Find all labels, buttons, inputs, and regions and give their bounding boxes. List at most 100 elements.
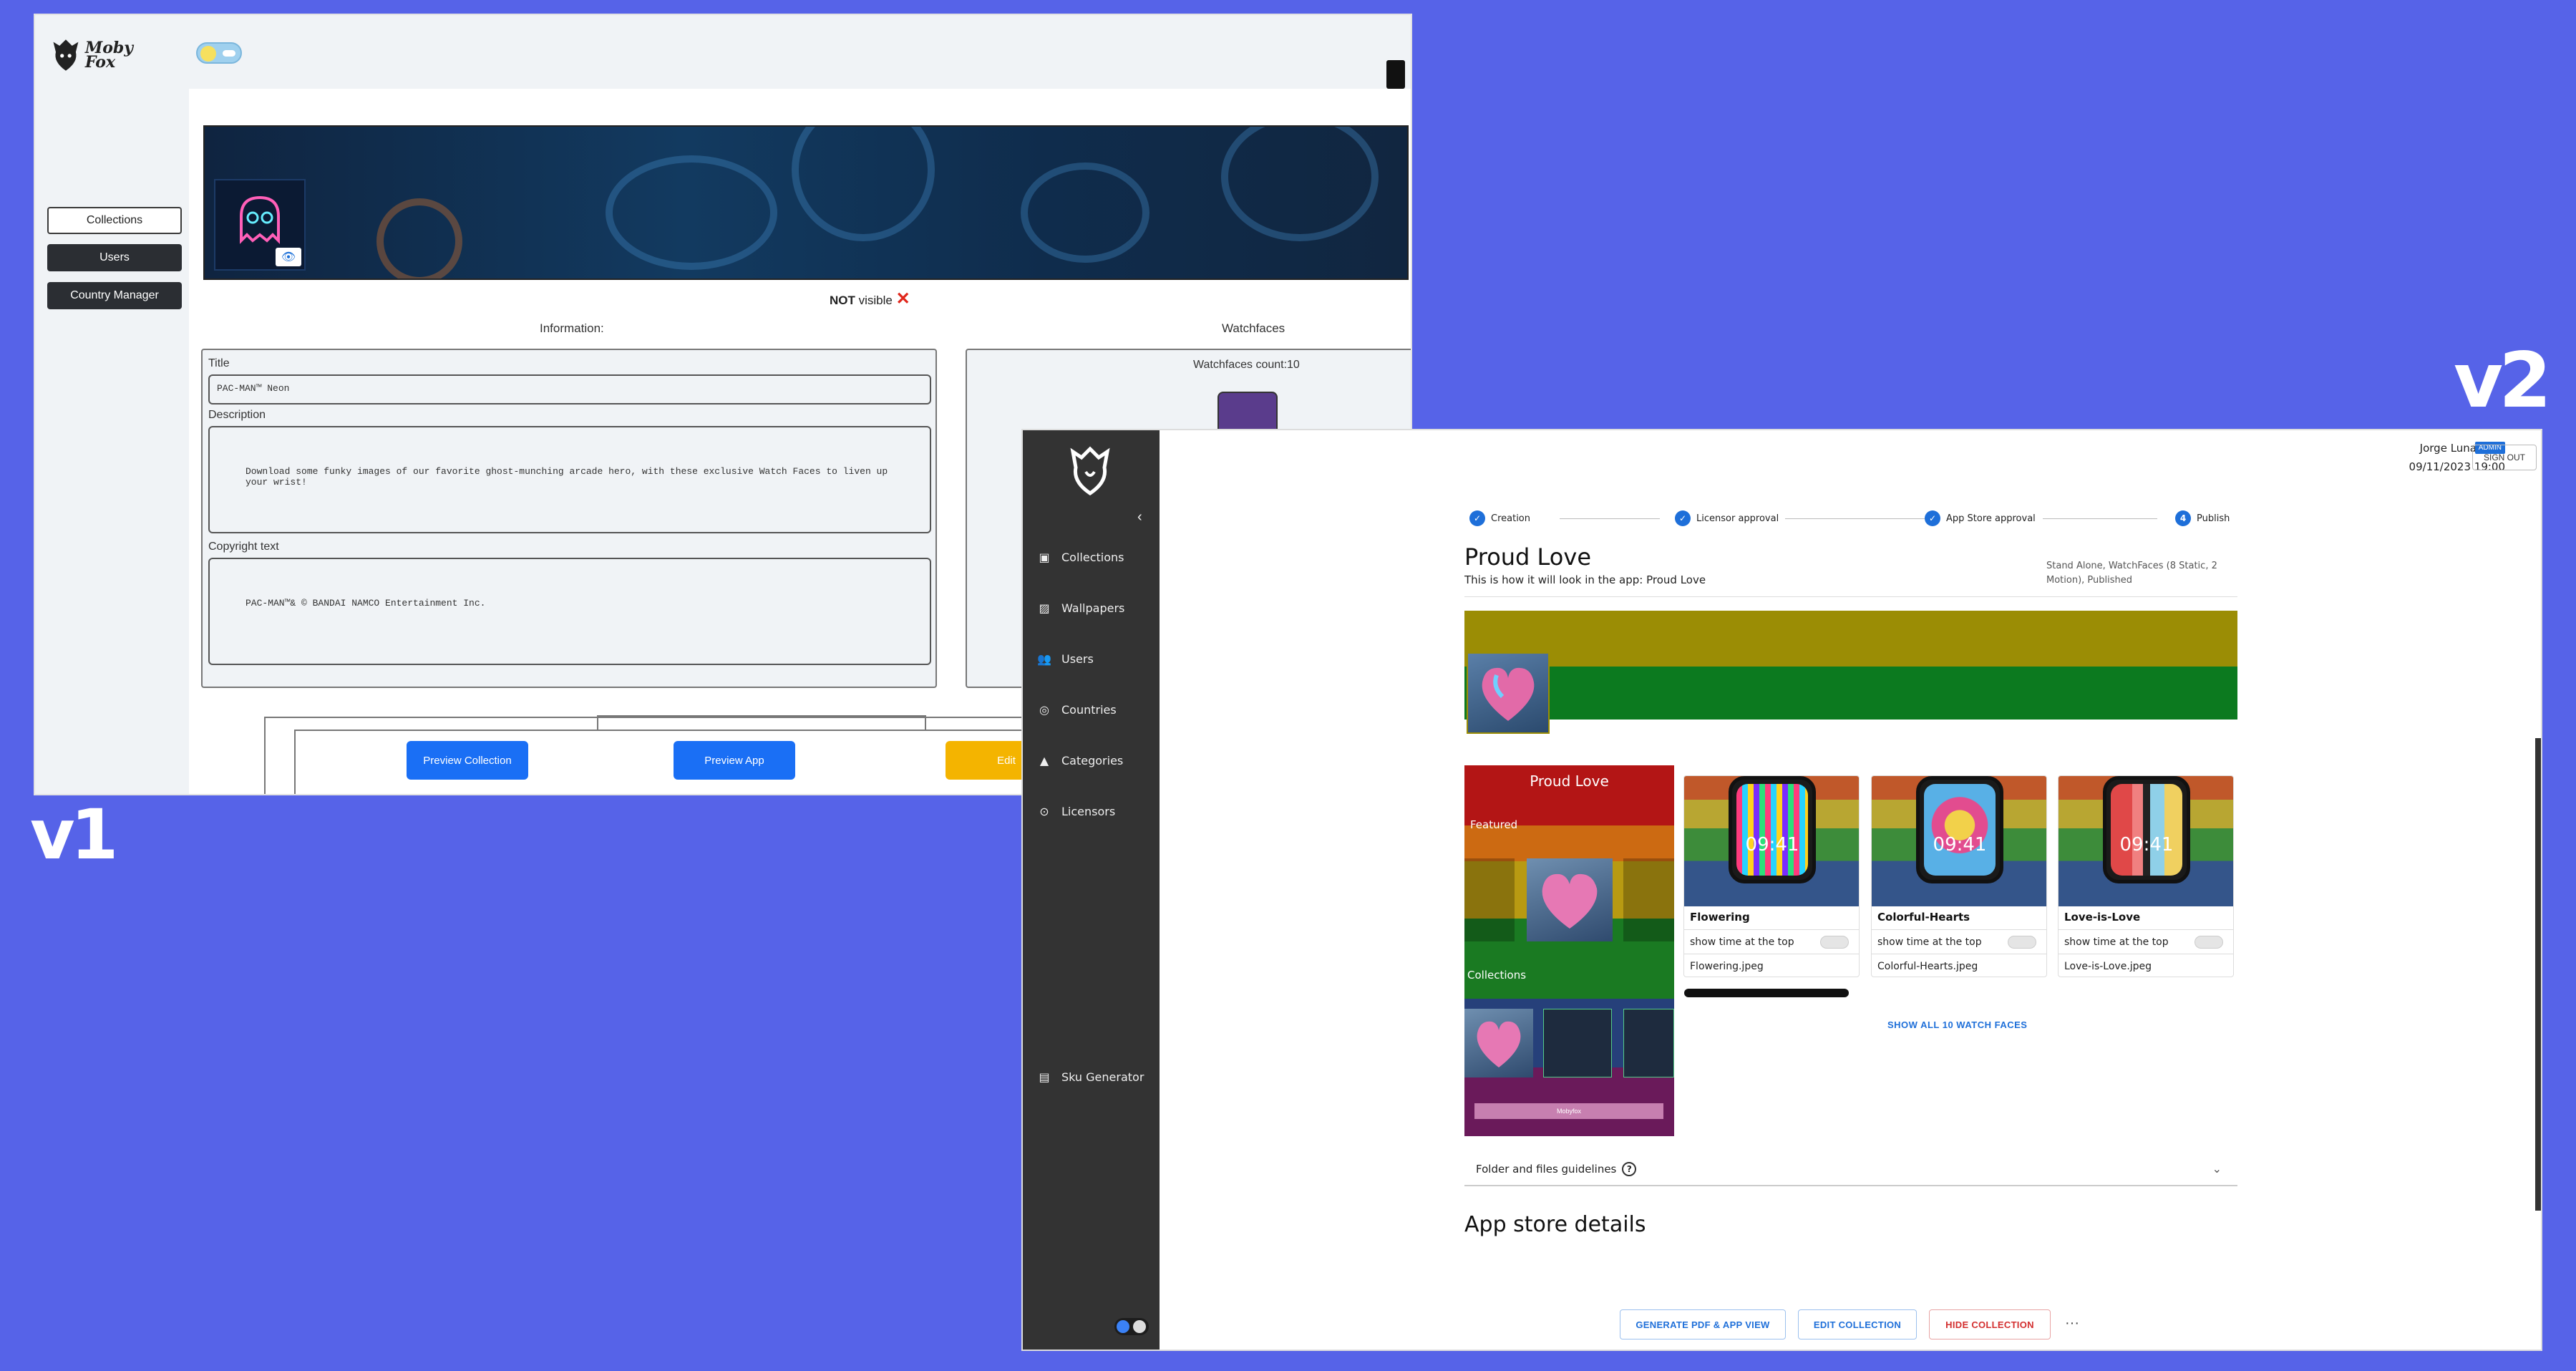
show-time-toggle[interactable] xyxy=(2195,936,2223,949)
watchface-card-colorful-hearts[interactable]: 09:41 Colorful-Hearts show time at the t… xyxy=(1871,775,2047,977)
folder-guidelines-label: Folder and files guidelines xyxy=(1476,1163,1617,1176)
sku-icon: ▤ xyxy=(1039,1070,1050,1084)
v2-nav-users[interactable]: 👥 Users xyxy=(1023,641,1160,677)
v1-collection-banner xyxy=(203,125,1409,280)
nav-label: Countries xyxy=(1061,702,1117,717)
v1-nav-collections[interactable]: Collections xyxy=(47,207,182,234)
folder-guidelines-accordion[interactable]: Folder and files guidelines ? ⌄ xyxy=(1464,1153,2237,1186)
v1-nav-users[interactable]: Users xyxy=(47,244,182,271)
watchface-file: Colorful-Hearts.jpeg xyxy=(1872,954,2046,977)
nav-label: Categories xyxy=(1061,753,1124,767)
v1-visibility-status: NOT visible ✕ xyxy=(830,289,910,309)
cross-icon: ✕ xyxy=(895,289,910,309)
v2-sidebar: ‹ ▣ Collections ▨ Wallpapers 👥 Users ◎ Count… xyxy=(1023,430,1160,1350)
edit-collection-button[interactable]: EDIT COLLECTION xyxy=(1798,1309,1917,1339)
preview-app-button[interactable]: Preview App xyxy=(674,741,795,780)
step-connector xyxy=(1560,518,1660,519)
app-preview-collections: Collections xyxy=(1467,969,1527,982)
horizontal-scrollbar[interactable] xyxy=(1684,989,1849,997)
v1-nav-country-manager[interactable]: Country Manager xyxy=(47,282,182,309)
description-field[interactable]: Download some funky images of our favori… xyxy=(208,426,931,533)
collapse-chevron-icon[interactable]: ‹ xyxy=(1137,509,1142,525)
eye-icon[interactable]: 👁 xyxy=(276,248,301,266)
title-field[interactable]: PAC-MAN™ Neon xyxy=(208,374,931,404)
toggle-label: show time at the top xyxy=(1690,936,1794,948)
v1-sidebar xyxy=(35,89,189,794)
banner-bottom-band xyxy=(1464,667,2237,720)
v1-theme-toggle[interactable] xyxy=(196,42,242,64)
watchface-card-love-is-love[interactable]: 09:41 Love-is-Love show time at the top … xyxy=(2058,775,2234,977)
v2-label: v2 xyxy=(2454,336,2552,425)
v2-nav-sku-generator[interactable]: ▤ Sku Generator xyxy=(1023,1059,1160,1095)
v1-watchfaces-heading: Watchfaces xyxy=(1222,321,1285,335)
watch-time: 09:41 xyxy=(2119,834,2174,856)
watch-screen: 09:41 xyxy=(1736,784,1808,876)
v2-nav-licensors[interactable]: ⊙ Licensors xyxy=(1023,793,1160,829)
step-app-store-approval: ✓ App Store approval xyxy=(1925,510,2036,526)
featured-thumb-center xyxy=(1527,858,1613,941)
chevron-down-icon[interactable]: ⌄ xyxy=(2212,1162,2222,1176)
step-label: App Store approval xyxy=(1946,513,2036,524)
watchface-file: Flowering.jpeg xyxy=(1684,954,1859,977)
sign-out-button[interactable]: SIGN OUT xyxy=(2472,445,2537,470)
generate-pdf-button[interactable]: GENERATE PDF & APP VIEW xyxy=(1620,1309,1786,1339)
watchface-thumbnail[interactable] xyxy=(1217,392,1278,435)
show-time-toggle[interactable] xyxy=(2008,936,2036,949)
divider xyxy=(1464,596,2237,597)
page-title: Proud Love xyxy=(1464,543,1591,571)
check-icon: ✓ xyxy=(1675,510,1691,526)
v1-information-panel: Title PAC-MAN™ Neon Description Download… xyxy=(201,349,937,688)
show-all-watchfaces-link[interactable]: SHOW ALL 10 WATCH FACES xyxy=(1887,1019,2027,1030)
heart-image xyxy=(1482,667,1535,721)
categories-icon: ▲ xyxy=(1039,753,1049,767)
fox-logo-icon xyxy=(53,39,79,71)
nav-label: Wallpapers xyxy=(1061,601,1125,615)
v2-nav-wallpapers[interactable]: ▨ Wallpapers xyxy=(1023,590,1160,626)
v2-nav-categories[interactable]: ▲ Categories xyxy=(1023,742,1160,778)
watch-preview: 09:41 xyxy=(2103,776,2190,883)
theme-toggle[interactable] xyxy=(1114,1318,1149,1335)
collections-icon: ▣ xyxy=(1039,550,1050,564)
show-time-row: show time at the top xyxy=(1684,929,1859,954)
watchface-card-flowering[interactable]: 09:41 Flowering show time at the top Flo… xyxy=(1683,775,1860,977)
step-publish: 4 Publish xyxy=(2175,510,2230,526)
v1-topbar-black-button[interactable] xyxy=(1386,60,1405,89)
v1-label: v1 xyxy=(30,795,118,875)
preview-collection-button[interactable]: Preview Collection xyxy=(407,741,528,780)
v1-logo: Moby Fox xyxy=(51,34,158,77)
image-icon: ▨ xyxy=(1039,601,1050,615)
help-circle-icon[interactable]: ? xyxy=(1622,1162,1637,1176)
check-icon: ✓ xyxy=(1469,510,1485,526)
step-creation: ✓ Creation xyxy=(1469,510,1530,526)
toggle-label: show time at the top xyxy=(2064,936,2169,948)
show-time-toggle[interactable] xyxy=(1820,936,1849,949)
step-label: Creation xyxy=(1491,513,1531,524)
app-preview-footer: Mobyfox xyxy=(1474,1103,1663,1119)
show-time-row: show time at the top xyxy=(2059,929,2233,954)
vertical-scrollbar[interactable] xyxy=(2535,738,2541,1211)
step-label: Publish xyxy=(2197,513,2230,524)
hide-collection-button[interactable]: HIDE COLLECTION xyxy=(1929,1309,2051,1339)
badge-icon: ⊙ xyxy=(1039,804,1049,818)
v2-nav-countries[interactable]: ◎ Countries xyxy=(1023,692,1160,727)
heart-image xyxy=(1542,873,1598,929)
featured-thumb-left xyxy=(1464,858,1515,941)
step-connector xyxy=(1785,518,1928,519)
v2-nav-collections[interactable]: ▣ Collections xyxy=(1023,539,1160,575)
app-look-name: Proud Love xyxy=(1646,573,1706,586)
more-options-icon[interactable]: ··· xyxy=(2065,1315,2079,1332)
step-number: 4 xyxy=(2175,510,2191,526)
nav-label: Collections xyxy=(1061,550,1124,564)
show-time-row: show time at the top xyxy=(1872,929,2046,954)
copyright-label: Copyright text xyxy=(208,541,279,553)
collection-thumbnail xyxy=(1467,652,1550,734)
toggle-label: show time at the top xyxy=(1877,936,1982,948)
users-icon: 👥 xyxy=(1037,651,1051,666)
nav-label: Licensors xyxy=(1061,804,1116,818)
app-preview: Proud Love Featured Collections Mobyfox xyxy=(1464,765,1674,1136)
copyright-field[interactable]: PAC-MAN™& © BANDAI NAMCO Entertainment I… xyxy=(208,558,931,665)
check-icon: ✓ xyxy=(1925,510,1940,526)
description-label: Description xyxy=(208,409,266,421)
title-label: Title xyxy=(208,357,230,369)
fox-logo-icon xyxy=(1070,446,1110,496)
